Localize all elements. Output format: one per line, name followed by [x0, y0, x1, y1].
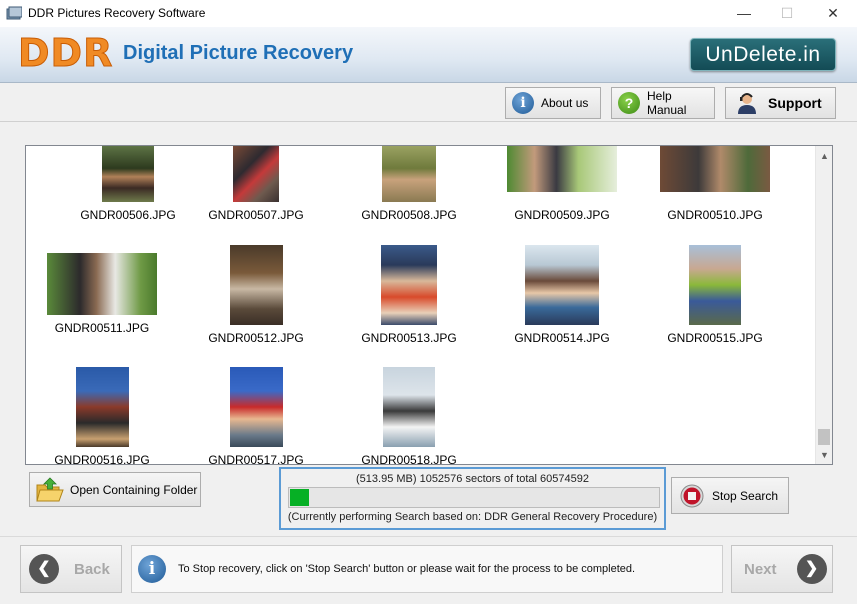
back-arrow-icon: ❮	[29, 554, 59, 584]
thumbnail-filename: GNDR00512.JPG	[208, 331, 304, 345]
thumbnail-filename: GNDR00508.JPG	[361, 208, 457, 222]
thumbnail-filename: GNDR00517.JPG	[208, 453, 304, 465]
stop-search-button[interactable]: Stop Search	[671, 477, 789, 514]
support-label: Support	[768, 95, 822, 111]
thumbnail-filename: GNDR00510.JPG	[667, 208, 763, 222]
minimize-button[interactable]: —	[721, 0, 767, 27]
thumbnail-image	[229, 367, 283, 447]
thumbnail-item[interactable]: GNDR00507.JPG	[191, 146, 321, 222]
app-subtitle: Digital Picture Recovery	[123, 42, 354, 64]
header-banner: DDR Digital Picture Recovery UnDelete.in	[0, 27, 857, 83]
scrollbar-thumb[interactable]	[818, 429, 830, 445]
thumbnail-item[interactable]: GNDR00511.JPG	[37, 245, 167, 335]
thumbnail-image	[689, 245, 741, 325]
thumbnail-item[interactable]: GNDR00506.JPG	[63, 146, 193, 222]
open-folder-label: Open Containing Folder	[70, 482, 198, 497]
thumbnail-item[interactable]: GNDR00512.JPG	[191, 245, 321, 345]
thumbnail-filename: GNDR00513.JPG	[361, 331, 457, 345]
search-procedure-text: (Currently performing Search based on: D…	[287, 511, 658, 523]
thumbnail-item[interactable]: GNDR00516.JPG	[37, 367, 167, 465]
thumbnail-item[interactable]: GNDR00509.JPG	[497, 146, 627, 222]
ddr-logo: DDR	[17, 31, 114, 76]
search-progress-bar	[288, 487, 660, 508]
info-icon: i	[138, 555, 166, 583]
thumbnail-item[interactable]: GNDR00517.JPG	[191, 367, 321, 465]
title-bar: DDR Pictures Recovery Software — ☐ ✕	[0, 0, 857, 27]
thumbnail-image	[660, 146, 770, 192]
thumbnail-item[interactable]: GNDR00518.JPG	[344, 367, 474, 465]
stop-icon	[680, 484, 704, 507]
scroll-up-icon[interactable]: ▲	[816, 148, 832, 165]
thumbnail-image	[383, 367, 435, 447]
thumbnail-item[interactable]: GNDR00515.JPG	[650, 245, 780, 345]
app-icon	[6, 6, 22, 20]
thumbnail-item[interactable]: GNDR00514.JPG	[497, 245, 627, 345]
support-person-icon	[738, 93, 756, 114]
thumbnail-image	[233, 146, 279, 202]
vertical-scrollbar[interactable]: ▲ ▼	[815, 146, 832, 464]
undelete-brand-badge[interactable]: UnDelete.in	[690, 38, 836, 71]
thumbnail-filename: GNDR00516.JPG	[54, 453, 150, 465]
thumbnail-image	[229, 245, 283, 325]
thumbnail-grid: GNDR00506.JPG GNDR00507.JPG GNDR00508.JP…	[26, 146, 816, 464]
maximize-button[interactable]: ☐	[764, 0, 810, 27]
status-info-text: To Stop recovery, click on 'Stop Search'…	[178, 563, 636, 575]
next-arrow-icon: ❯	[796, 554, 827, 584]
sectors-status-text: (513.95 MB) 1052576 sectors of total 605…	[356, 473, 589, 485]
recovered-files-panel[interactable]: GNDR00506.JPG GNDR00507.JPG GNDR00508.JP…	[25, 145, 833, 465]
thumbnail-filename: GNDR00511.JPG	[54, 321, 150, 335]
bottom-navigation-bar: ❮ Back i To Stop recovery, click on 'Sto…	[0, 536, 857, 604]
thumbnail-filename: GNDR00514.JPG	[514, 331, 610, 345]
search-progress-panel: (513.95 MB) 1052576 sectors of total 605…	[279, 467, 666, 530]
thumbnail-image	[102, 146, 154, 202]
question-icon: ?	[618, 92, 640, 114]
about-us-label: About us	[541, 96, 589, 110]
thumbnail-item[interactable]: GNDR00513.JPG	[344, 245, 474, 345]
thumbnail-filename: GNDR00509.JPG	[514, 208, 610, 222]
thumbnail-image	[525, 245, 599, 325]
thumbnail-image	[507, 146, 617, 192]
back-button[interactable]: ❮ Back	[20, 545, 122, 593]
next-button[interactable]: Next ❯	[731, 545, 833, 593]
close-button[interactable]: ✕	[810, 0, 856, 27]
stop-search-label: Stop Search	[712, 488, 779, 503]
thumbnail-filename: GNDR00515.JPG	[667, 331, 763, 345]
thumbnail-filename: GNDR00518.JPG	[361, 453, 457, 465]
thumbnail-image	[382, 146, 436, 202]
about-us-button[interactable]: i About us	[505, 87, 601, 119]
back-label: Back	[74, 560, 110, 578]
scroll-down-icon[interactable]: ▼	[816, 447, 832, 464]
thumbnail-item[interactable]: GNDR00510.JPG	[650, 146, 780, 222]
thumbnail-image	[75, 367, 129, 447]
next-label: Next	[744, 560, 777, 578]
open-containing-folder-button[interactable]: Open Containing Folder	[29, 472, 201, 507]
window-title: DDR Pictures Recovery Software	[28, 6, 206, 20]
help-manual-label: Help Manual	[647, 89, 687, 117]
info-icon: i	[512, 92, 534, 114]
thumbnail-filename: GNDR00506.JPG	[80, 208, 176, 222]
folder-open-icon	[36, 476, 64, 501]
status-info-bar: i To Stop recovery, click on 'Stop Searc…	[131, 545, 723, 593]
support-button[interactable]: Support	[725, 87, 836, 119]
thumbnail-filename: GNDR00507.JPG	[208, 208, 304, 222]
thumbnail-image	[47, 253, 157, 315]
thumbnail-image	[381, 245, 437, 325]
thumbnail-item[interactable]: GNDR00508.JPG	[344, 146, 474, 222]
help-manual-button[interactable]: ? Help Manual	[611, 87, 715, 119]
toolbar: i About us ? Help Manual Support	[0, 84, 857, 122]
progress-bar-fill	[290, 489, 309, 506]
